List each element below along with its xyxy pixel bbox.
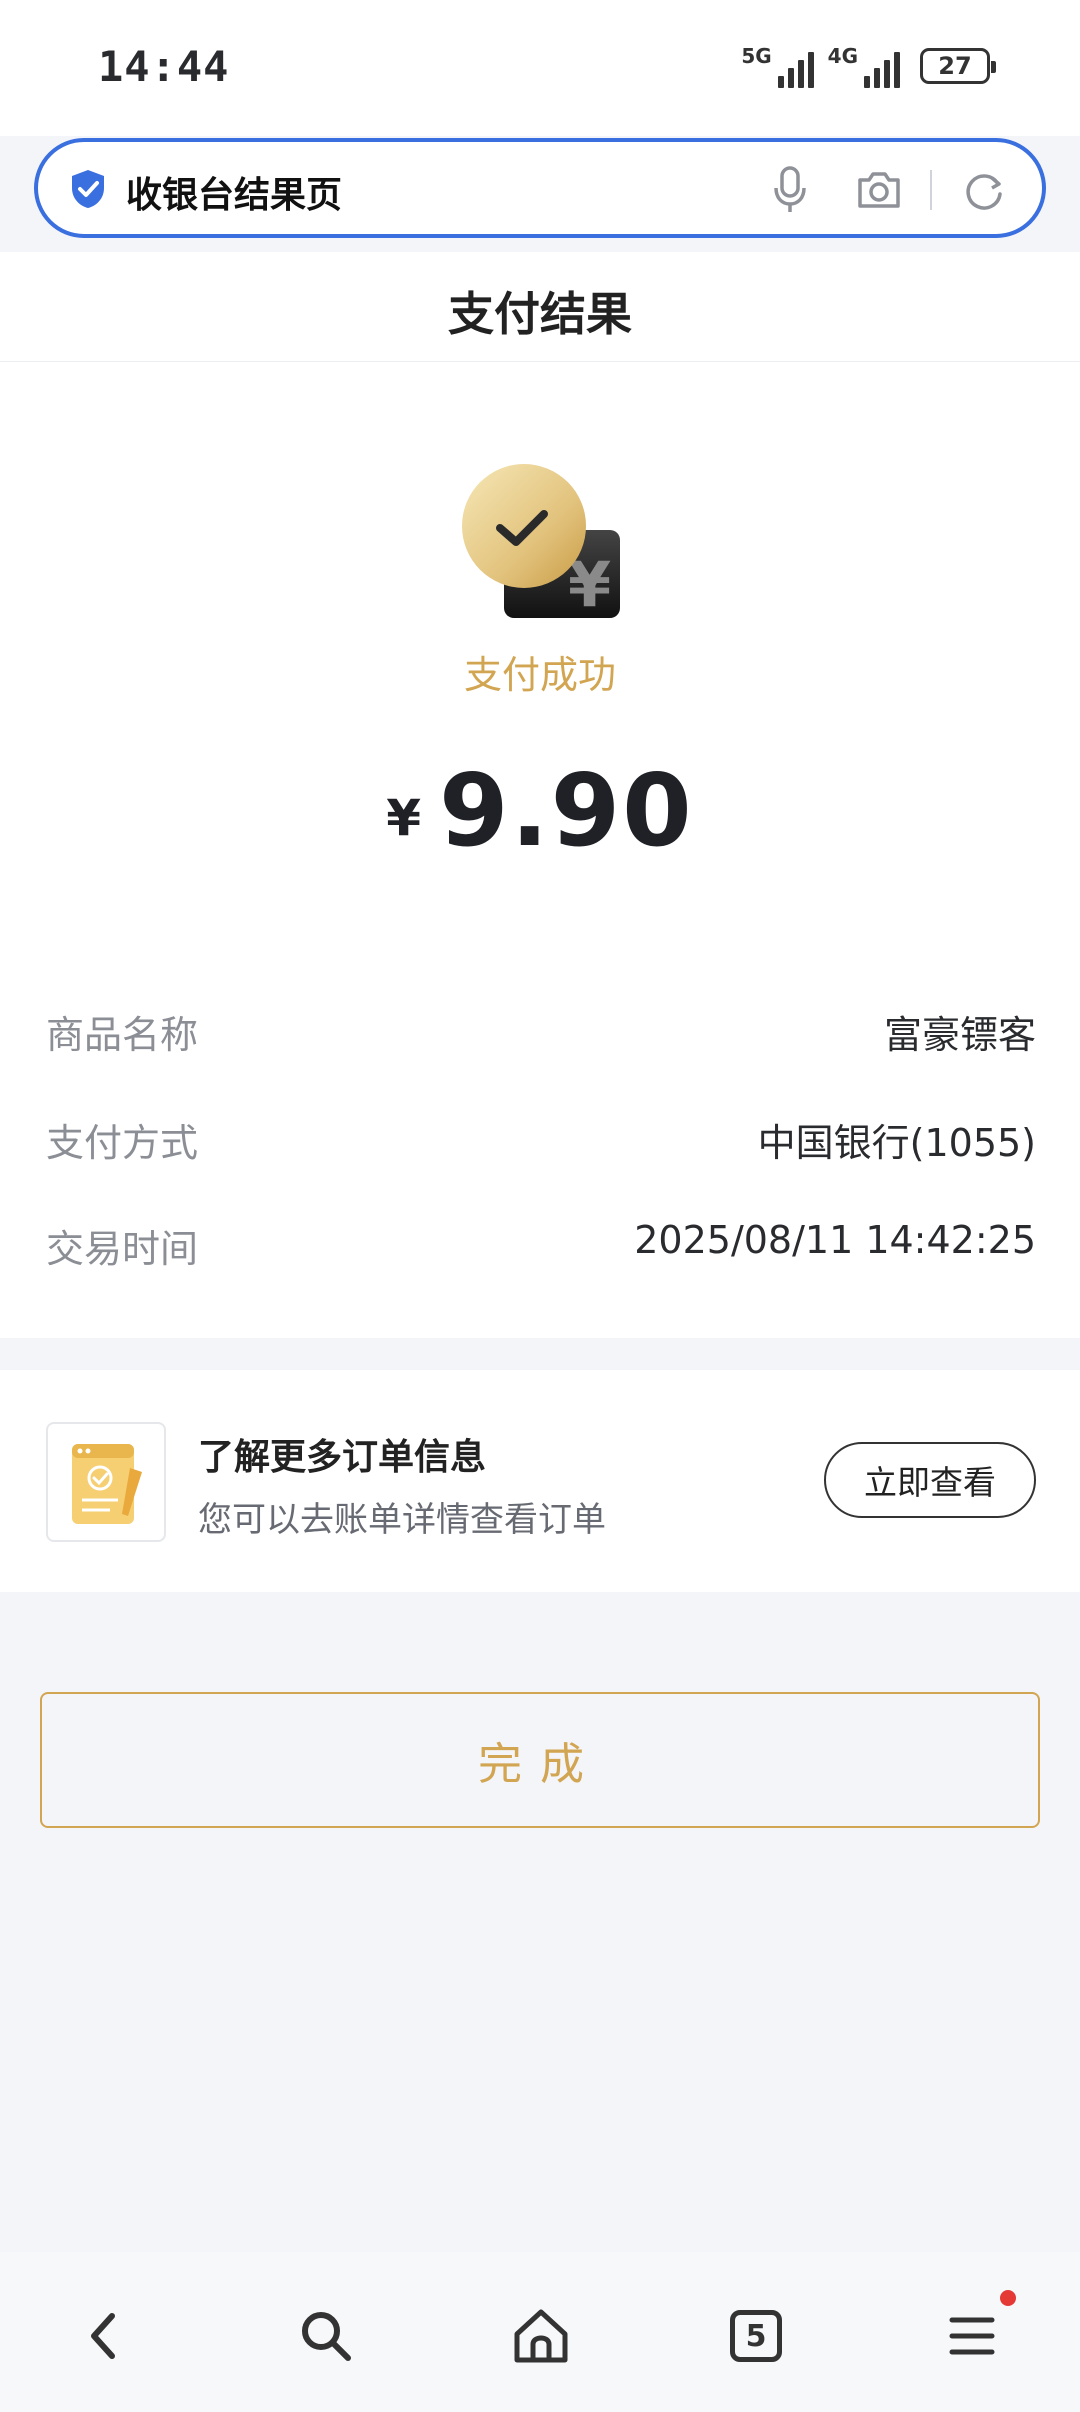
detail-row-product: 商品名称 富豪镖客: [46, 1004, 1036, 1060]
detail-label: 交易时间: [46, 1227, 199, 1271]
payment-success-icon: ¥: [462, 464, 620, 621]
page-header: 支付结果: [0, 252, 1080, 362]
order-info-title: 了解更多订单信息: [198, 1437, 487, 1478]
status-bar: 14:44 5G 4G 27: [0, 0, 1080, 136]
tab-count: 5: [730, 2310, 782, 2362]
payment-result-card: ¥ 支付成功 ¥9.90 商品名称 富豪镖客 支付方式 中国银行(1055) 交…: [0, 362, 1080, 1338]
currency-symbol: ¥: [386, 789, 422, 847]
refresh-icon[interactable]: [962, 168, 1006, 212]
signal-4g-icon: 4G: [828, 44, 900, 88]
order-document-icon-box: [46, 1422, 166, 1542]
status-indicators: 5G 4G 27: [741, 44, 996, 88]
detail-value: 2025/08/11 14:42:25: [634, 1218, 1036, 1262]
back-icon[interactable]: [68, 2300, 140, 2372]
payment-status: 支付成功: [463, 653, 616, 697]
detail-label: 支付方式: [46, 1121, 199, 1165]
detail-label: 商品名称: [46, 1013, 199, 1057]
view-now-button[interactable]: 立即查看: [824, 1442, 1036, 1518]
camera-icon[interactable]: [854, 166, 904, 214]
menu-icon[interactable]: [936, 2300, 1008, 2372]
address-separator: [930, 170, 932, 210]
detail-row-payment-method: 支付方式 中国银行(1055): [46, 1112, 1036, 1168]
payment-amount: ¥9.90: [0, 752, 1080, 869]
address-text[interactable]: 收银台结果页: [126, 166, 342, 218]
microphone-icon[interactable]: [768, 164, 812, 216]
detail-row-transaction-time: 交易时间 2025/08/11 14:42:25: [46, 1218, 1036, 1274]
notification-dot: [1000, 2290, 1016, 2306]
signal-5g-icon: 5G: [741, 44, 814, 88]
detail-value: 富豪镖客: [883, 1013, 1036, 1057]
order-info-subtitle: 您可以去账单详情查看订单: [198, 1500, 606, 1540]
amount-value: 9.90: [439, 752, 694, 869]
tabs-icon[interactable]: 5: [720, 2300, 792, 2372]
shield-icon: [72, 170, 104, 208]
done-button[interactable]: 完成: [40, 1692, 1040, 1828]
status-time: 14:44: [98, 42, 230, 91]
detail-value: 中国银行(1055): [757, 1121, 1036, 1165]
bottom-navigation: 5: [0, 2252, 1080, 2412]
document-icon: [72, 1444, 142, 1524]
order-info-card: 了解更多订单信息 您可以去账单详情查看订单 立即查看: [0, 1370, 1080, 1592]
address-bar[interactable]: 收银台结果页: [34, 138, 1046, 238]
home-icon[interactable]: [505, 2300, 577, 2372]
battery-icon: 27: [920, 48, 996, 84]
page-title: 支付结果: [448, 287, 632, 341]
search-icon[interactable]: [290, 2300, 362, 2372]
